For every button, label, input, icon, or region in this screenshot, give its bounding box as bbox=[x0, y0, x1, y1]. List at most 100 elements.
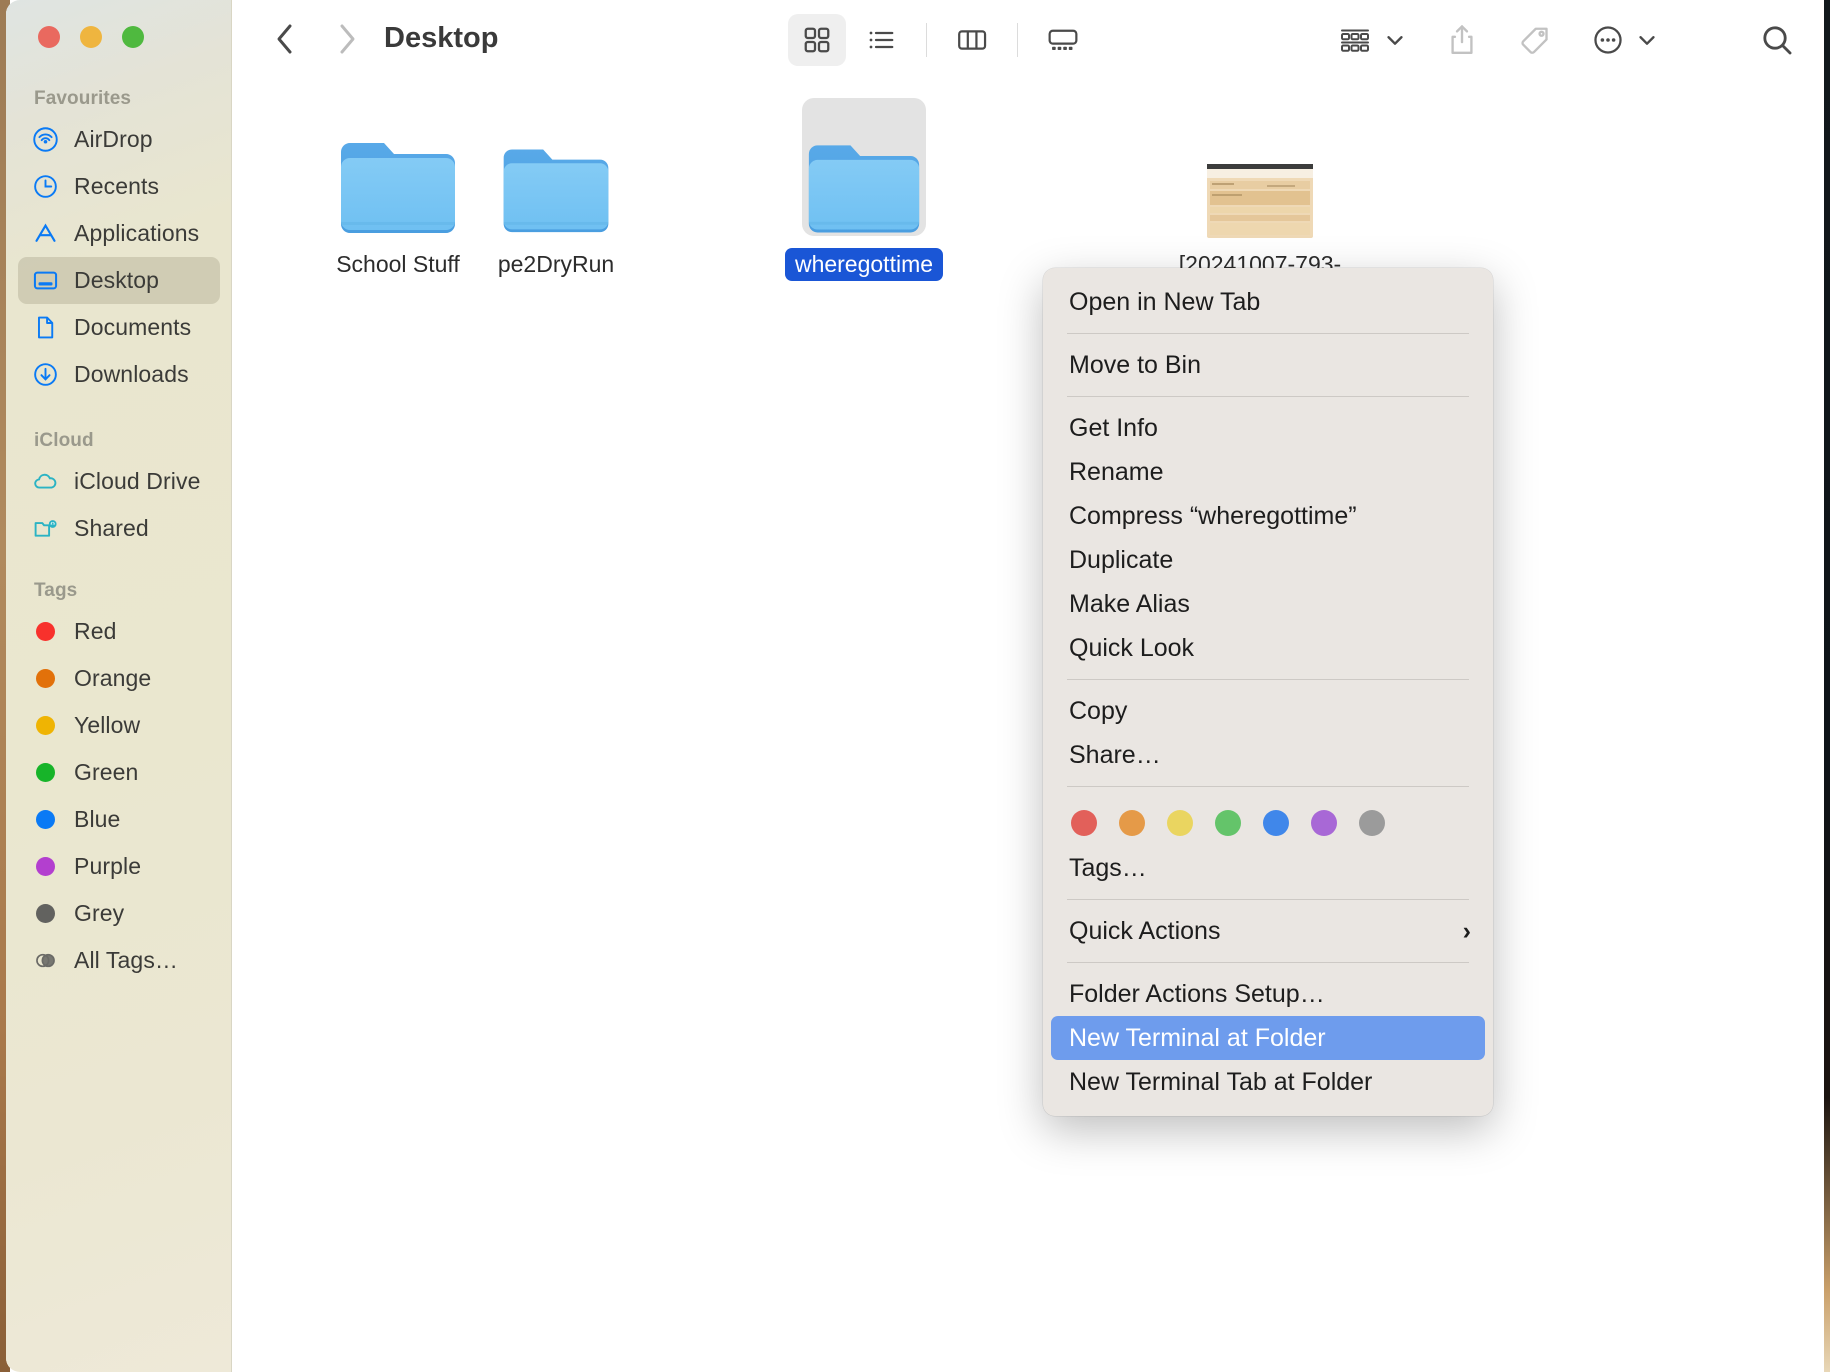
minimize-button[interactable] bbox=[80, 26, 102, 48]
tag-dot-icon bbox=[32, 712, 59, 739]
menu-item-quick-actions[interactable]: Quick Actions › bbox=[1043, 909, 1493, 953]
sidebar-tag-red[interactable]: Red bbox=[18, 608, 220, 655]
sidebar-item-airdrop[interactable]: AirDrop bbox=[18, 116, 220, 163]
sidebar-item-recents[interactable]: Recents bbox=[18, 163, 220, 210]
close-button[interactable] bbox=[38, 26, 60, 48]
sidebar-tag-orange[interactable]: Orange bbox=[18, 655, 220, 702]
menu-item-quick-look[interactable]: Quick Look bbox=[1043, 626, 1493, 670]
file-item-pe2dryrun[interactable]: pe2DryRun bbox=[458, 98, 654, 281]
menu-item-copy[interactable]: Copy bbox=[1043, 689, 1493, 733]
sidebar-item-label: Green bbox=[74, 759, 139, 785]
sidebar-item-label: Blue bbox=[74, 806, 121, 832]
menu-item-duplicate[interactable]: Duplicate bbox=[1043, 538, 1493, 582]
path-title: Desktop bbox=[384, 22, 499, 54]
toolbar-divider bbox=[926, 23, 927, 57]
tag-color-red[interactable] bbox=[1071, 810, 1097, 836]
tag-dot-icon bbox=[32, 665, 59, 692]
menu-item-get-info[interactable]: Get Info bbox=[1043, 406, 1493, 450]
sidebar-section-tags: Tags Red Orange Yellow Green Blue Purple… bbox=[6, 580, 232, 984]
sidebar-item-label: Yellow bbox=[74, 712, 141, 738]
sidebar-tag-purple[interactable]: Purple bbox=[18, 843, 220, 890]
folder-icon bbox=[458, 98, 654, 238]
tag-color-yellow[interactable] bbox=[1167, 810, 1193, 836]
tag-color-grey[interactable] bbox=[1359, 810, 1385, 836]
maximize-button[interactable] bbox=[122, 26, 144, 48]
sidebar-all-tags[interactable]: All Tags… bbox=[18, 937, 220, 984]
sidebar-tag-green[interactable]: Green bbox=[18, 749, 220, 796]
sidebar-item-label: Red bbox=[74, 618, 117, 644]
gallery-view-button[interactable] bbox=[1034, 14, 1092, 66]
clock-icon bbox=[32, 173, 59, 200]
menu-item-open-in-new-tab[interactable]: Open in New Tab bbox=[1043, 280, 1493, 324]
search-button[interactable] bbox=[1754, 14, 1800, 66]
sidebar-item-label: Purple bbox=[74, 853, 142, 879]
group-by-button[interactable] bbox=[1332, 14, 1378, 66]
tag-dot-icon bbox=[32, 806, 59, 833]
sidebar-tag-yellow[interactable]: Yellow bbox=[18, 702, 220, 749]
download-icon bbox=[32, 361, 59, 388]
sidebar-tag-grey[interactable]: Grey bbox=[18, 890, 220, 937]
sidebar-item-label: Grey bbox=[74, 900, 125, 926]
menu-item-move-to-bin[interactable]: Move to Bin bbox=[1043, 343, 1493, 387]
sidebar-tag-blue[interactable]: Blue bbox=[18, 796, 220, 843]
file-grid: School Stuff pe2DryRun wheregottime [202… bbox=[232, 80, 1824, 1372]
tag-button[interactable] bbox=[1512, 14, 1558, 66]
sidebar-item-desktop[interactable]: Desktop bbox=[18, 257, 220, 304]
file-name-label: wheregottime bbox=[766, 238, 962, 282]
menu-item-tags[interactable]: Tags… bbox=[1043, 846, 1493, 890]
menu-item-compress[interactable]: Compress “wheregottime” bbox=[1043, 494, 1493, 538]
context-menu: Open in New Tab Move to Bin Get Info Ren… bbox=[1043, 268, 1493, 1116]
sidebar-item-label: iCloud Drive bbox=[74, 468, 201, 494]
sidebar-section-favourites: Favourites AirDrop Recents Applications … bbox=[6, 88, 232, 398]
share-button[interactable] bbox=[1440, 14, 1484, 66]
more-chevron-down-icon[interactable] bbox=[1630, 14, 1664, 66]
menu-item-rename[interactable]: Rename bbox=[1043, 450, 1493, 494]
sidebar-item-icloud-drive[interactable]: iCloud Drive bbox=[18, 458, 220, 505]
folder-icon bbox=[766, 98, 962, 238]
sidebar-item-shared[interactable]: Shared bbox=[18, 505, 220, 552]
menu-item-make-alias[interactable]: Make Alias bbox=[1043, 582, 1493, 626]
menu-item-new-terminal-tab-at-folder[interactable]: New Terminal Tab at Folder bbox=[1043, 1060, 1493, 1104]
sidebar-item-label: Recents bbox=[74, 173, 160, 199]
sidebar: Favourites AirDrop Recents Applications … bbox=[6, 0, 232, 1372]
sidebar-item-label: Documents bbox=[74, 314, 192, 340]
sidebar-item-downloads[interactable]: Downloads bbox=[18, 351, 220, 398]
menu-item-new-terminal-at-folder[interactable]: New Terminal at Folder bbox=[1051, 1016, 1485, 1060]
toolbar-divider bbox=[1017, 23, 1018, 57]
airdrop-icon bbox=[32, 126, 59, 153]
sidebar-item-label: Downloads bbox=[74, 361, 189, 387]
list-view-button[interactable] bbox=[852, 14, 910, 66]
sidebar-item-applications[interactable]: Applications bbox=[18, 210, 220, 257]
more-actions-button[interactable] bbox=[1586, 14, 1630, 66]
document-icon bbox=[32, 314, 59, 341]
menu-item-folder-actions-setup[interactable]: Folder Actions Setup… bbox=[1043, 972, 1493, 1016]
sidebar-section-icloud: iCloud iCloud Drive Shared bbox=[6, 430, 232, 552]
tag-color-green[interactable] bbox=[1215, 810, 1241, 836]
menu-separator bbox=[1067, 679, 1469, 680]
icon-view-button[interactable] bbox=[788, 14, 846, 66]
sidebar-item-label: Applications bbox=[74, 220, 200, 246]
menu-tag-colors bbox=[1043, 796, 1493, 846]
sidebar-item-label: Orange bbox=[74, 665, 152, 691]
tag-color-purple[interactable] bbox=[1311, 810, 1337, 836]
tag-color-blue[interactable] bbox=[1263, 810, 1289, 836]
tag-dot-icon bbox=[32, 618, 59, 645]
all-tags-icon bbox=[32, 947, 59, 974]
back-button[interactable] bbox=[272, 18, 298, 60]
file-item-wheregottime[interactable]: wheregottime bbox=[766, 98, 962, 282]
group-by-chevron-down-icon[interactable] bbox=[1378, 14, 1412, 66]
finder-window-root: Favourites AirDrop Recents Applications … bbox=[0, 0, 1830, 1372]
finder-window: Favourites AirDrop Recents Applications … bbox=[6, 0, 1824, 1372]
sidebar-header-icloud: iCloud bbox=[34, 430, 94, 451]
desktop-wallpaper-right bbox=[1824, 0, 1830, 1372]
sidebar-header-favourites: Favourites bbox=[34, 88, 132, 109]
menu-item-share[interactable]: Share… bbox=[1043, 733, 1493, 777]
tag-dot-icon bbox=[32, 853, 59, 880]
forward-button[interactable] bbox=[334, 18, 360, 60]
column-view-button[interactable] bbox=[943, 14, 1001, 66]
sidebar-item-documents[interactable]: Documents bbox=[18, 304, 220, 351]
sidebar-header-tags: Tags bbox=[34, 580, 78, 601]
tag-color-orange[interactable] bbox=[1119, 810, 1145, 836]
file-name-label: pe2DryRun bbox=[497, 251, 615, 277]
cloud-icon bbox=[32, 468, 59, 495]
